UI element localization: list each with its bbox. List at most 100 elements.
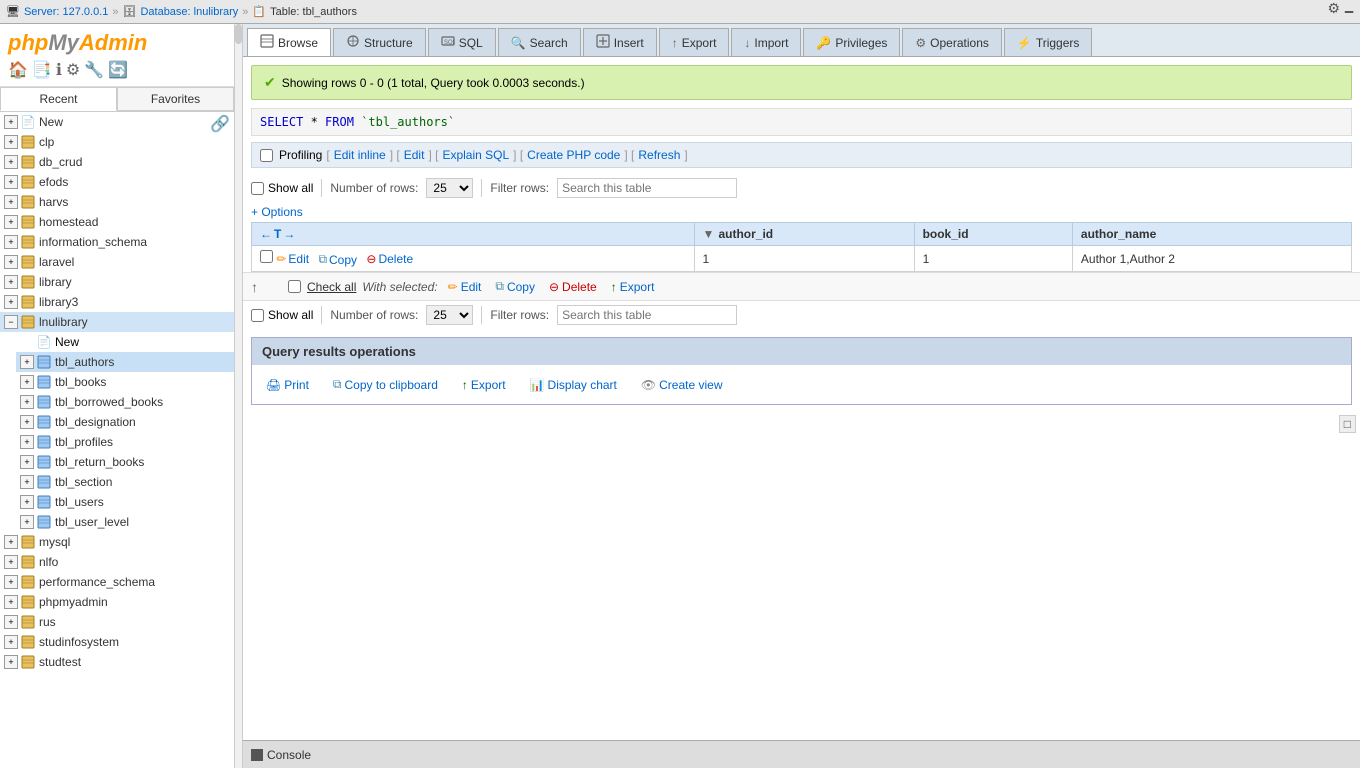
- sidebar-item-db-crud[interactable]: + db_crud: [0, 152, 234, 172]
- sidebar-item-library3[interactable]: + library3: [0, 292, 234, 312]
- db-toggle-library[interactable]: +: [4, 275, 18, 289]
- sidebar-item-tbl-books[interactable]: + tbl_books: [16, 372, 234, 392]
- sidebar-item-performance-schema[interactable]: + performance_schema: [0, 572, 234, 592]
- db-toggle-laravel[interactable]: +: [4, 255, 18, 269]
- sidebar-item-homestead[interactable]: + homestead: [0, 212, 234, 232]
- nav-t-icon[interactable]: T: [274, 227, 281, 241]
- sidebar-item-lnulibrary[interactable]: − lnulibrary: [0, 312, 234, 332]
- sidebar-item-tbl-profiles[interactable]: + tbl_profiles: [16, 432, 234, 452]
- plugin-icon[interactable]: 🔧: [84, 60, 104, 80]
- sidebar-item-tbl-users[interactable]: + tbl_users: [16, 492, 234, 512]
- tbl-toggle-books[interactable]: +: [20, 375, 34, 389]
- db-toggle-library3[interactable]: +: [4, 295, 18, 309]
- edit-link[interactable]: Edit: [404, 148, 425, 162]
- sidebar-item-library[interactable]: + library: [0, 272, 234, 292]
- display-chart-button[interactable]: 📊 Display chart: [526, 376, 621, 394]
- gear-icon[interactable]: ⚙: [66, 60, 80, 80]
- info-icon[interactable]: ℹ: [56, 60, 62, 80]
- db-toggle-rus[interactable]: +: [4, 615, 18, 629]
- db-toggle-information-schema[interactable]: +: [4, 235, 18, 249]
- edit-inline-link[interactable]: Edit inline: [334, 148, 386, 162]
- db-toggle-studtest[interactable]: +: [4, 655, 18, 669]
- tbl-toggle-borrowed-books[interactable]: +: [20, 395, 34, 409]
- tab-import[interactable]: ↓ Import: [731, 28, 801, 56]
- console-label[interactable]: Console: [267, 748, 311, 762]
- db-toggle-studinfosystem[interactable]: +: [4, 635, 18, 649]
- db-toggle-clp[interactable]: +: [4, 135, 18, 149]
- copy-to-clipboard-button[interactable]: ⧉ Copy to clipboard: [329, 375, 442, 394]
- sidebar-item-harvs[interactable]: + harvs: [0, 192, 234, 212]
- edit-row-link[interactable]: ✏ Edit: [276, 252, 309, 266]
- db-toggle-lnulibrary[interactable]: −: [4, 315, 18, 329]
- tab-insert[interactable]: Insert: [583, 28, 657, 56]
- settings-icon[interactable]: ⚙: [1328, 0, 1341, 24]
- show-all-checkbox-top[interactable]: [251, 182, 264, 195]
- filter-rows-input-top[interactable]: [557, 178, 737, 198]
- tbl-toggle-user-level[interactable]: +: [20, 515, 34, 529]
- show-all-checkbox-bottom[interactable]: [251, 309, 264, 322]
- sidebar-item-mysql[interactable]: + mysql: [0, 532, 234, 552]
- db-toggle-db-crud[interactable]: +: [4, 155, 18, 169]
- bulk-export-button[interactable]: ↑ Export: [607, 278, 659, 296]
- filter-rows-input-bottom[interactable]: [557, 305, 737, 325]
- tab-browse[interactable]: Browse: [247, 28, 331, 56]
- show-all-label-bottom[interactable]: Show all: [251, 308, 313, 322]
- tbl-toggle-return-books[interactable]: +: [20, 455, 34, 469]
- tbl-toggle-section[interactable]: +: [20, 475, 34, 489]
- sidebar-item-efods[interactable]: + efods: [0, 172, 234, 192]
- sidebar-item-nlfo[interactable]: + nlfo: [0, 552, 234, 572]
- sidebar-link-icon[interactable]: 🔗: [210, 114, 230, 134]
- create-php-code-link[interactable]: Create PHP code: [527, 148, 620, 162]
- sidebar-item-tbl-section[interactable]: + tbl_section: [16, 472, 234, 492]
- nav-left-icon[interactable]: ←: [260, 227, 272, 241]
- sidebar-item-rus[interactable]: + rus: [0, 612, 234, 632]
- num-rows-select-bottom[interactable]: 25 50 100 250: [426, 305, 473, 325]
- tab-favorites[interactable]: Favorites: [117, 87, 234, 111]
- sidebar-item-clp[interactable]: + clp: [0, 132, 234, 152]
- tab-search[interactable]: 🔍 Search: [498, 28, 581, 56]
- db-toggle-harvs[interactable]: +: [4, 195, 18, 209]
- db-toggle-efods[interactable]: +: [4, 175, 18, 189]
- profiling-checkbox[interactable]: [260, 149, 273, 162]
- bulk-copy-button[interactable]: ⧉ Copy: [491, 277, 539, 296]
- db-toggle-mysql[interactable]: +: [4, 535, 18, 549]
- tbl-toggle-authors[interactable]: +: [20, 355, 34, 369]
- th-author-name[interactable]: author_name: [1072, 223, 1351, 246]
- refresh-icon[interactable]: 🔄: [108, 60, 128, 80]
- th-book-id[interactable]: book_id: [914, 223, 1072, 246]
- show-all-label-top[interactable]: Show all: [251, 181, 313, 195]
- tab-export[interactable]: ↑ Export: [659, 28, 730, 56]
- collapse-icon[interactable]: 🗕: [1344, 0, 1354, 24]
- tbl-toggle-users[interactable]: +: [20, 495, 34, 509]
- copy-row-link[interactable]: ⧉ Copy: [318, 252, 357, 267]
- sidebar-item-studinfosystem[interactable]: + studinfosystem: [0, 632, 234, 652]
- tbl-toggle-profiles[interactable]: +: [20, 435, 34, 449]
- tab-sql[interactable]: SQL SQL: [428, 28, 496, 56]
- check-all-checkbox[interactable]: [288, 280, 301, 293]
- bulk-delete-button[interactable]: ⊖ Delete: [545, 278, 601, 296]
- sidebar-item-tbl-return-books[interactable]: + tbl_return_books: [16, 452, 234, 472]
- sidebar-scrollbar[interactable]: [235, 24, 243, 768]
- sidebar-item-studtest[interactable]: + studtest: [0, 652, 234, 672]
- bulk-edit-button[interactable]: ✏ Edit: [444, 278, 486, 296]
- home-icon[interactable]: 🏠: [8, 60, 28, 80]
- sidebar-item-tbl-designation[interactable]: + tbl_designation: [16, 412, 234, 432]
- sidebar-item-laravel[interactable]: + laravel: [0, 252, 234, 272]
- db-toggle-homestead[interactable]: +: [4, 215, 18, 229]
- th-author-id[interactable]: ▼ author_id: [694, 223, 914, 246]
- breadcrumb-server[interactable]: Server: 127.0.0.1: [24, 6, 108, 18]
- bookmark-icon[interactable]: 📑: [32, 60, 52, 80]
- collapse-button[interactable]: □: [1339, 415, 1356, 433]
- sidebar-item-new[interactable]: + 📄 New: [0, 112, 234, 132]
- tab-privileges[interactable]: 🔑 Privileges: [803, 28, 900, 56]
- refresh-link[interactable]: Refresh: [638, 148, 680, 162]
- sidebar-scrollbar-thumb[interactable]: [235, 24, 242, 44]
- sidebar-item-information-schema[interactable]: + information_schema: [0, 232, 234, 252]
- print-button[interactable]: 🖨 Print: [262, 376, 313, 394]
- tab-recent[interactable]: Recent: [0, 87, 117, 111]
- tab-operations[interactable]: ⚙ Operations: [902, 28, 1001, 56]
- db-toggle-new[interactable]: +: [4, 115, 18, 129]
- explain-sql-link[interactable]: Explain SQL: [442, 148, 509, 162]
- breadcrumb-database[interactable]: Database: lnulibrary: [140, 6, 238, 18]
- row-checkbox[interactable]: [260, 250, 273, 263]
